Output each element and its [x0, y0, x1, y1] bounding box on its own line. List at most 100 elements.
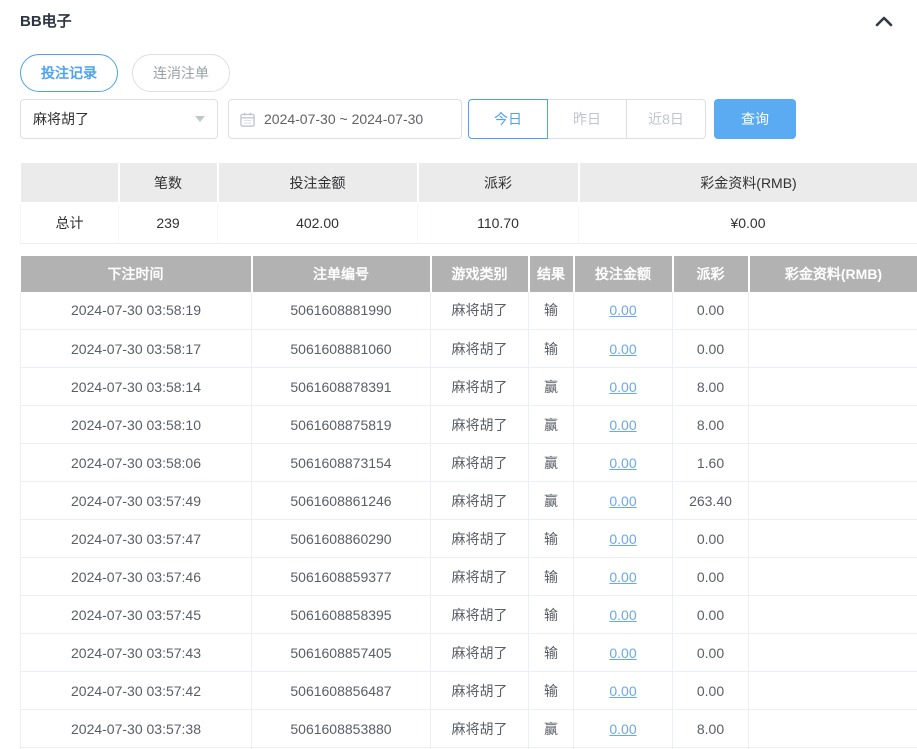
- panel-header: BB电子: [0, 0, 917, 31]
- game-category-cell: 麻将胡了: [430, 557, 529, 596]
- bet-amount-cell: 0.00: [573, 633, 673, 672]
- date-range-input[interactable]: 2024-07-30 ~ 2024-07-30: [228, 99, 462, 139]
- game-category-cell: 麻将胡了: [430, 443, 529, 482]
- result-cell: 赢: [528, 709, 574, 748]
- collapse-button[interactable]: [875, 15, 893, 27]
- order-number-cell: 5061608881060: [251, 329, 431, 368]
- bet-amount-link[interactable]: 0.00: [609, 531, 636, 547]
- bet-time-cell: 2024-07-30 03:57:45: [20, 595, 252, 634]
- bet-time-cell: 2024-07-30 03:58:17: [20, 329, 252, 368]
- bet-amount-link[interactable]: 0.00: [609, 683, 636, 699]
- order-number-cell: 5061608878391: [251, 367, 431, 406]
- order-number-cell: 5061608857405: [251, 633, 431, 672]
- bet-amount-link[interactable]: 0.00: [609, 455, 636, 471]
- summary-header-row: 笔数 投注金额 派彩 彩金资料(RMB): [20, 163, 917, 204]
- col-result: 结果: [528, 255, 575, 292]
- bet-time-cell: 2024-07-30 03:58:14: [20, 367, 252, 406]
- game-category-cell: 麻将胡了: [430, 519, 529, 558]
- result-cell: 赢: [528, 481, 574, 520]
- jackpot-cell: [748, 633, 917, 672]
- range-button-last8days[interactable]: 近8日: [626, 99, 706, 139]
- bet-amount-link[interactable]: 0.00: [609, 721, 636, 737]
- result-cell: 输: [528, 291, 574, 330]
- game-select[interactable]: 麻将胡了: [20, 99, 218, 139]
- col-bet-amount: 投注金额: [573, 255, 674, 292]
- jackpot-cell: [748, 329, 917, 368]
- summary-col-count: 笔数: [118, 163, 219, 204]
- summary-total-payout: 110.70: [417, 203, 579, 244]
- game-category-cell: 麻将胡了: [430, 481, 529, 520]
- bet-time-cell: 2024-07-30 03:57:47: [20, 519, 252, 558]
- range-button-today[interactable]: 今日: [468, 99, 548, 139]
- jackpot-cell: [748, 481, 917, 520]
- bet-amount-cell: 0.00: [573, 367, 673, 406]
- result-cell: 赢: [528, 443, 574, 482]
- col-payout: 派彩: [672, 255, 750, 292]
- payout-cell: 0.00: [672, 557, 749, 596]
- range-button-yesterday[interactable]: 昨日: [547, 99, 627, 139]
- summary-col-payout: 派彩: [417, 163, 580, 204]
- table-row: 2024-07-30 03:57:38 5061608853880 麻将胡了 赢…: [20, 709, 917, 748]
- col-game-category: 游戏类别: [430, 255, 530, 292]
- bet-time-cell: 2024-07-30 03:57:38: [20, 709, 252, 748]
- table-row: 2024-07-30 03:58:14 5061608878391 麻将胡了 赢…: [20, 367, 917, 406]
- payout-cell: 0.00: [672, 519, 749, 558]
- game-category-cell: 麻将胡了: [430, 709, 529, 748]
- bet-time-cell: 2024-07-30 03:57:43: [20, 633, 252, 672]
- bet-time-cell: 2024-07-30 03:58:19: [20, 291, 252, 330]
- bet-time-cell: 2024-07-30 03:57:49: [20, 481, 252, 520]
- payout-cell: 0.00: [672, 291, 749, 330]
- tab-cascade-orders[interactable]: 连消注单: [132, 54, 230, 92]
- bet-amount-cell: 0.00: [573, 519, 673, 558]
- summary-col-jackpot: 彩金资料(RMB): [578, 163, 917, 204]
- summary-col-blank: [20, 163, 120, 204]
- chevron-down-icon: [195, 116, 205, 122]
- payout-cell: 1.60: [672, 443, 749, 482]
- game-category-cell: 麻将胡了: [430, 595, 529, 634]
- game-select-value: 麻将胡了: [33, 111, 89, 127]
- payout-cell: 263.40: [672, 481, 749, 520]
- result-cell: 输: [528, 633, 574, 672]
- jackpot-cell: [748, 595, 917, 634]
- table-row: 2024-07-30 03:58:19 5061608881990 麻将胡了 输…: [20, 291, 917, 330]
- bet-amount-cell: 0.00: [573, 709, 673, 748]
- bet-amount-link[interactable]: 0.00: [609, 607, 636, 623]
- bet-amount-cell: 0.00: [573, 405, 673, 444]
- bet-amount-link[interactable]: 0.00: [609, 379, 636, 395]
- payout-cell: 8.00: [672, 709, 749, 748]
- table-row: 2024-07-30 03:57:46 5061608859377 麻将胡了 输…: [20, 557, 917, 596]
- bet-time-cell: 2024-07-30 03:57:46: [20, 557, 252, 596]
- table-row: 2024-07-30 03:57:42 5061608856487 麻将胡了 输…: [20, 671, 917, 710]
- bet-amount-link[interactable]: 0.00: [609, 341, 636, 357]
- jackpot-cell: [748, 671, 917, 710]
- summary-total-bet-amount: 402.00: [217, 203, 418, 244]
- result-cell: 输: [528, 519, 574, 558]
- order-number-cell: 5061608861246: [251, 481, 431, 520]
- game-category-cell: 麻将胡了: [430, 671, 529, 710]
- search-button[interactable]: 查询: [714, 99, 796, 139]
- bet-amount-link[interactable]: 0.00: [609, 645, 636, 661]
- date-range-value: 2024-07-30 ~ 2024-07-30: [264, 111, 424, 127]
- payout-cell: 0.00: [672, 595, 749, 634]
- jackpot-cell: [748, 709, 917, 748]
- bet-amount-cell: 0.00: [573, 329, 673, 368]
- bet-amount-link[interactable]: 0.00: [609, 493, 636, 509]
- result-cell: 输: [528, 671, 574, 710]
- chevron-up-icon: [875, 16, 893, 26]
- order-number-cell: 5061608856487: [251, 671, 431, 710]
- bet-amount-link[interactable]: 0.00: [609, 569, 636, 585]
- jackpot-cell: [748, 557, 917, 596]
- game-category-cell: 麻将胡了: [430, 405, 529, 444]
- summary-total-label: 总计: [20, 203, 119, 244]
- tab-bet-records[interactable]: 投注记录: [20, 54, 118, 92]
- summary-total-count: 239: [118, 203, 218, 244]
- bet-amount-link[interactable]: 0.00: [609, 417, 636, 433]
- result-cell: 赢: [528, 367, 574, 406]
- bet-amount-link[interactable]: 0.00: [609, 302, 636, 318]
- order-number-cell: 5061608859377: [251, 557, 431, 596]
- result-cell: 输: [528, 595, 574, 634]
- order-number-cell: 5061608875819: [251, 405, 431, 444]
- page-title: BB电子: [20, 13, 72, 30]
- filter-bar: 麻将胡了 2024-07-30 ~ 2024-07-30 今日 昨日 近8日 查…: [20, 99, 917, 139]
- table-row: 2024-07-30 03:57:49 5061608861246 麻将胡了 赢…: [20, 481, 917, 520]
